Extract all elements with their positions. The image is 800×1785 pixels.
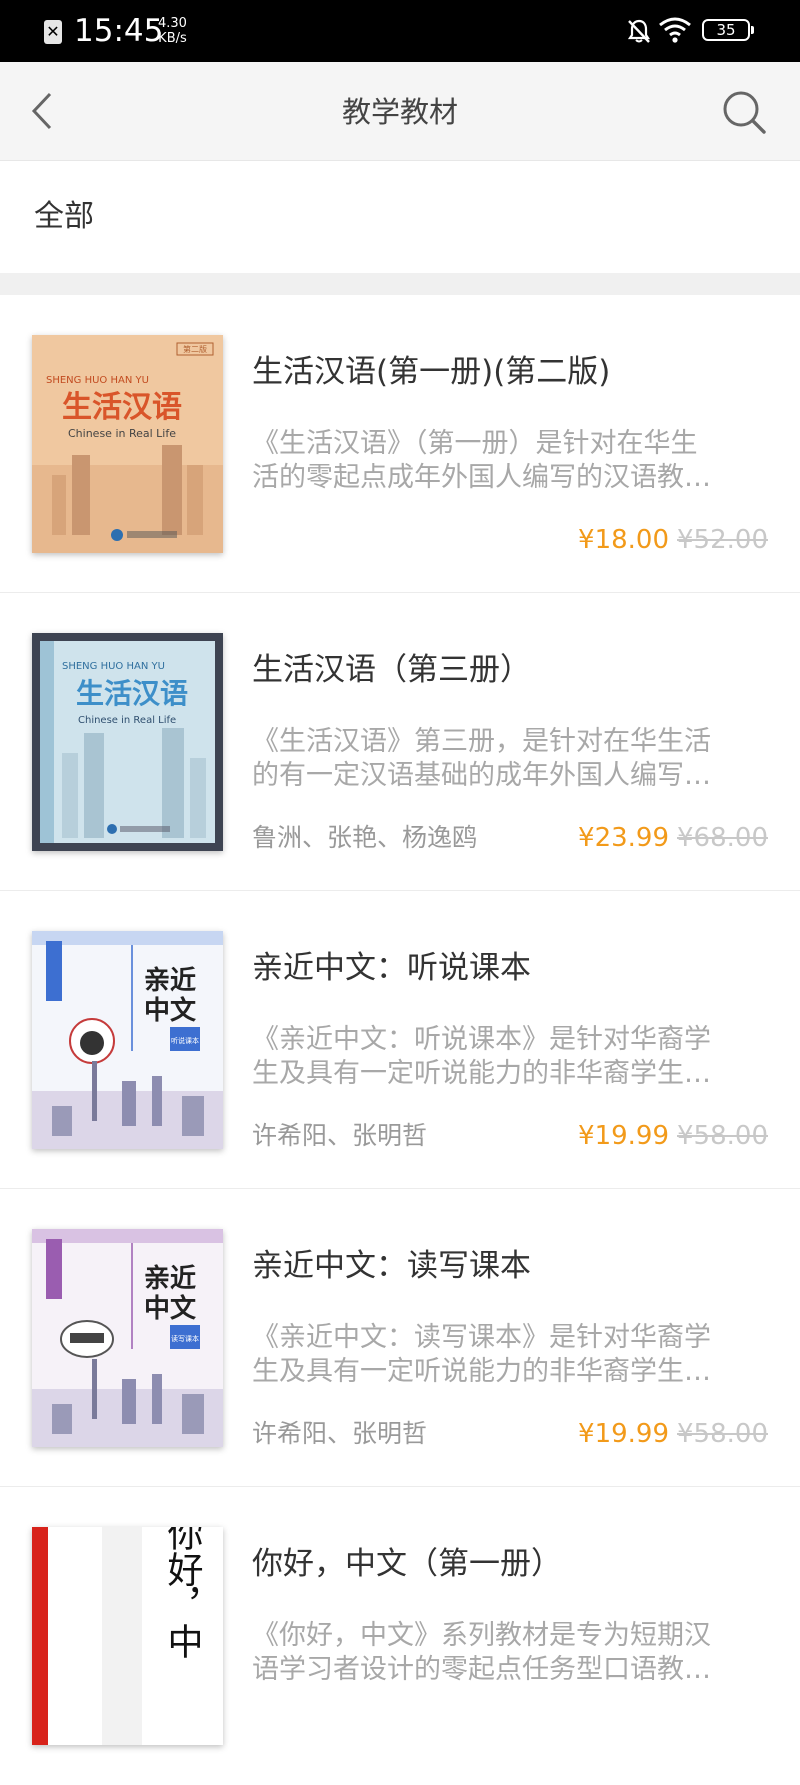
- list-item[interactable]: 你好，中 你好，中文（第一册） 《你好，中文》系列教材是专为短期汉 语学习者设计…: [0, 1487, 800, 1785]
- book-cover[interactable]: 你好，中: [32, 1527, 223, 1745]
- close-box-icon: ✕: [44, 20, 62, 44]
- book-authors: 许希阳、张明哲: [252, 1419, 428, 1448]
- book-description: 《亲近中文：读写课本》是针对华裔学 生及具有一定听说能力的非华裔学生…: [252, 1321, 752, 1389]
- price-row: ¥19.99 ¥58.00: [578, 1417, 768, 1451]
- cover-badge: 听说课本: [171, 1036, 199, 1045]
- page-title: 教学教材: [341, 95, 458, 129]
- book-description-line: 活的零起点成年外国人编写的汉语教…: [252, 462, 711, 493]
- cover-cn: 你好，中: [162, 1527, 204, 1659]
- book-cover-art: 亲近 中文 听说课本: [32, 931, 223, 1149]
- book-title[interactable]: 亲近中文：读写课本: [252, 1245, 531, 1287]
- search-icon[interactable]: [718, 86, 770, 138]
- book-title[interactable]: 生活汉语（第三册）: [252, 649, 531, 691]
- book-cover-art: 你好，中: [32, 1527, 223, 1745]
- cover-cn: 生活汉语: [76, 677, 188, 710]
- book-description-line: 生及具有一定听说能力的非华裔学生…: [252, 1356, 711, 1387]
- book-description: 《亲近中文：听说课本》是针对华裔学 生及具有一定听说能力的非华裔学生…: [252, 1023, 752, 1091]
- list-item[interactable]: SHENG HUO HAN YU 生活汉语 Chinese in Real Li…: [0, 593, 800, 891]
- category-all[interactable]: 全部: [34, 197, 94, 237]
- book-cover-art: 第二版 SHENG HUO HAN YU 生活汉语 Chinese in Rea…: [32, 335, 223, 553]
- price-row: ¥19.99 ¥58.00: [578, 1119, 768, 1153]
- book-title[interactable]: 生活汉语(第一册)(第二版): [252, 351, 610, 393]
- cover-pinyin: SHENG HUO HAN YU: [46, 375, 149, 386]
- original-price: ¥68.00: [677, 823, 768, 853]
- book-authors: 鲁洲、张艳、杨逸鸥: [252, 823, 478, 852]
- book-description-line: 语学习者设计的零起点任务型口语教…: [252, 1654, 711, 1685]
- list-item[interactable]: 亲近 中文 读写课本 亲近中文：读写课本 《亲近中文：读写课本》是针对华裔学 生…: [0, 1189, 800, 1487]
- svg-text:第二版: 第二版: [183, 344, 207, 354]
- book-description-line: 《亲近中文：听说课本》是针对华裔学: [252, 1024, 711, 1055]
- cover-pinyin: SHENG HUO HAN YU: [62, 661, 165, 672]
- sale-price: ¥23.99: [578, 823, 670, 853]
- book-description-line: 的有一定汉语基础的成年外国人编写…: [252, 760, 711, 791]
- book-description-line: 《生活汉语》（第一册）是针对在华生: [252, 428, 698, 459]
- book-description: 《生活汉语》（第一册）是针对在华生 活的零起点成年外国人编写的汉语教…: [252, 427, 752, 495]
- clock: 15:45: [74, 13, 164, 49]
- bell-off-icon: [627, 19, 651, 43]
- book-list: 第二版 SHENG HUO HAN YU 生活汉语 Chinese in Rea…: [0, 295, 800, 1785]
- list-item[interactable]: 亲近 中文 听说课本 亲近中文：听说课本 《亲近中文：听说课本》是针对华裔学 生…: [0, 891, 800, 1189]
- book-cover-art: SHENG HUO HAN YU 生活汉语 Chinese in Real Li…: [32, 633, 223, 851]
- status-bar: ✕ 15:45 4.30 KB/s 35: [0, 0, 800, 62]
- network-speed-value: 4.30: [158, 16, 187, 31]
- cover-cn: 生活汉语: [62, 390, 182, 425]
- original-price: ¥58.00: [677, 1419, 768, 1449]
- price-row: ¥18.00 ¥52.00: [578, 523, 768, 557]
- book-cover-art: 亲近 中文 读写课本: [32, 1229, 223, 1447]
- book-cover[interactable]: 亲近 中文 听说课本: [32, 931, 223, 1149]
- book-description-line: 《亲近中文：读写课本》是针对华裔学: [252, 1322, 711, 1353]
- book-authors: 许希阳、张明哲: [252, 1121, 428, 1150]
- cover-badge: 读写课本: [171, 1334, 199, 1343]
- network-speed-unit: KB/s: [158, 31, 187, 46]
- cover-en: Chinese in Real Life: [68, 427, 176, 440]
- category-filter[interactable]: 全部: [0, 161, 800, 273]
- sale-price: ¥18.00: [578, 525, 670, 555]
- book-description: 《生活汉语》第三册，是针对在华生活 的有一定汉语基础的成年外国人编写…: [252, 725, 752, 793]
- book-description-line: 《你好，中文》系列教材是专为短期汉: [252, 1620, 711, 1651]
- cover-cn: 亲近: [144, 1264, 196, 1294]
- cover-cn: 中文: [144, 995, 197, 1026]
- book-title[interactable]: 你好，中文（第一册）: [252, 1543, 562, 1585]
- book-cover[interactable]: SHENG HUO HAN YU 生活汉语 Chinese in Real Li…: [32, 633, 223, 851]
- battery-icon: 35: [702, 19, 754, 41]
- book-cover[interactable]: 第二版 SHENG HUO HAN YU 生活汉语 Chinese in Rea…: [32, 335, 223, 553]
- list-item[interactable]: 第二版 SHENG HUO HAN YU 生活汉语 Chinese in Rea…: [0, 295, 800, 593]
- wifi-icon: [659, 17, 691, 43]
- sale-price: ¥19.99: [578, 1121, 670, 1151]
- cover-en: Chinese in Real Life: [78, 715, 176, 726]
- cover-cn: 亲近: [144, 966, 196, 996]
- cover-cn: 中文: [144, 1293, 197, 1324]
- book-title[interactable]: 亲近中文：听说课本: [252, 947, 531, 989]
- header-bar: 教学教材: [0, 62, 800, 161]
- sale-price: ¥19.99: [578, 1419, 670, 1449]
- network-speed: 4.30 KB/s: [158, 16, 187, 46]
- price-row: ¥23.99 ¥68.00: [578, 821, 768, 855]
- book-description: 《你好，中文》系列教材是专为短期汉 语学习者设计的零起点任务型口语教…: [252, 1619, 752, 1687]
- book-cover[interactable]: 亲近 中文 读写课本: [32, 1229, 223, 1447]
- book-description-line: 《生活汉语》第三册，是针对在华生活: [252, 726, 711, 757]
- section-divider: [0, 273, 800, 295]
- book-description-line: 生及具有一定听说能力的非华裔学生…: [252, 1058, 711, 1089]
- original-price: ¥52.00: [677, 525, 768, 555]
- original-price: ¥58.00: [677, 1121, 768, 1151]
